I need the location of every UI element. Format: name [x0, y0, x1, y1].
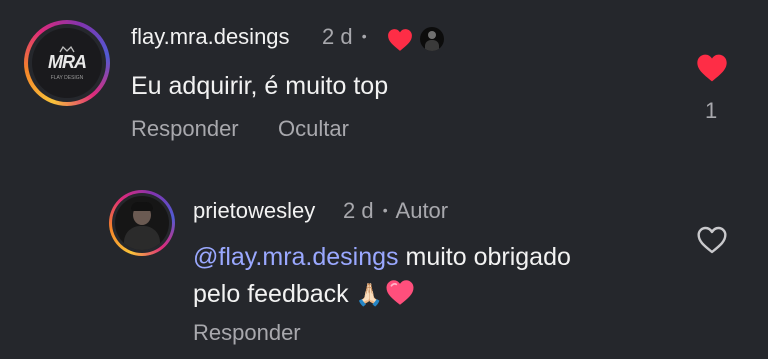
like-count: 1	[705, 98, 718, 123]
avatar-image: MRA FLAY DESIGN	[32, 28, 102, 98]
comment-time: 2 d	[322, 24, 353, 49]
pink-heart-emoji	[386, 280, 414, 305]
comment-meta: 2 d •	[322, 24, 367, 50]
like-button-heart-icon[interactable]	[696, 53, 728, 83]
hide-button[interactable]: Ocultar	[278, 116, 349, 142]
reply-username[interactable]: prietowesley	[193, 198, 315, 224]
comment-username[interactable]: flay.mra.desings	[131, 24, 290, 50]
liked-by-avatar	[420, 27, 444, 51]
separator-dot: •	[382, 202, 388, 218]
reply-button[interactable]: Responder	[131, 116, 239, 142]
like-button-heart-outline-icon[interactable]	[696, 225, 728, 255]
reply-avatar[interactable]	[109, 190, 175, 256]
avatar-logo-subtext: FLAY DESIGN	[50, 75, 84, 81]
reply-time: 2 d	[343, 198, 374, 223]
reply-meta: 2 d • Autor	[343, 198, 448, 224]
reply-text-line1: muito obrigado	[398, 243, 571, 271]
praying-hands-emoji: 🙏🏻	[355, 282, 384, 307]
mention-link[interactable]: @flay.mra.desings	[193, 243, 399, 271]
avatar-logo-text: MRA	[48, 52, 87, 72]
reply-reply-button[interactable]: Responder	[193, 320, 301, 346]
separator-dot: •	[361, 28, 367, 44]
avatar[interactable]: MRA FLAY DESIGN	[24, 20, 110, 106]
author-badge: Autor	[395, 198, 449, 223]
comment: MRA FLAY DESIGN flay.mra.desings 2 d • E…	[0, 0, 768, 170]
comment-text: Eu adquirir, é muito top	[131, 72, 389, 100]
reply-comment: prietowesley 2 d • Autor @flay.mra.desin…	[0, 180, 768, 359]
heart-filled-icon	[388, 29, 412, 51]
reply-avatar-image	[115, 196, 169, 250]
reply-text: @flay.mra.desings muito obrigado pelo fe…	[193, 239, 673, 313]
reply-text-line2: pelo feedback	[193, 280, 356, 308]
